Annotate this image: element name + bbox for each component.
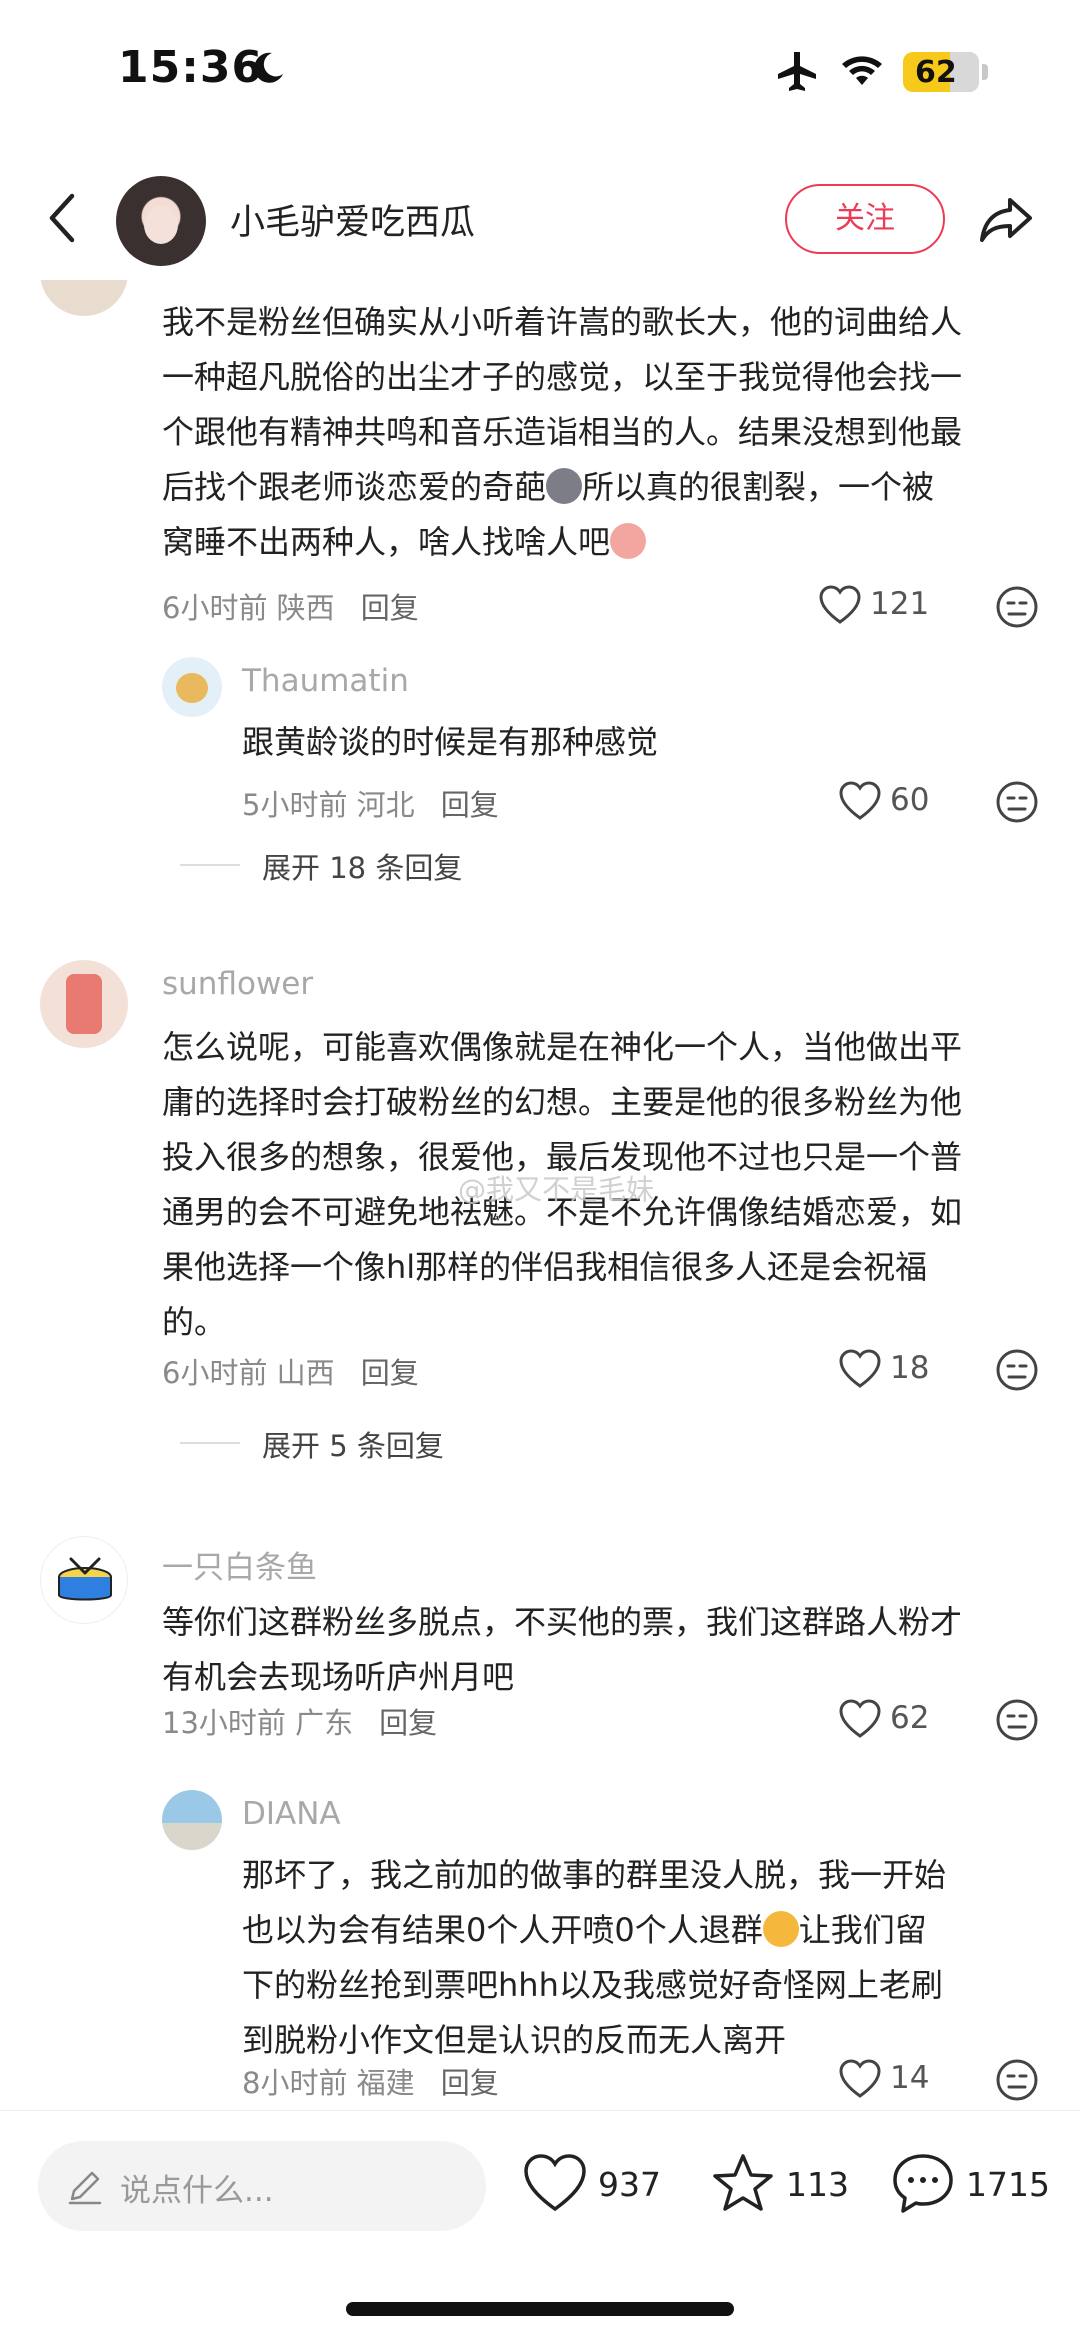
back-icon[interactable] [38, 188, 88, 248]
like-button[interactable]: 18 [838, 1348, 938, 1392]
post-comment-button[interactable]: 1715 [890, 2151, 1060, 2221]
comment-text: 跟黄龄谈的时候是有那种感觉 [242, 723, 659, 761]
battery-level: 62 [915, 55, 957, 90]
like-count: 14 [890, 2060, 930, 2096]
airplane-icon [778, 52, 816, 91]
like-button[interactable]: 121 [818, 584, 938, 628]
reply-button[interactable]: 回复 [441, 788, 499, 822]
like-button[interactable]: 14 [838, 2058, 938, 2102]
comment-meta: 5小时前 河北 回复 [242, 788, 499, 822]
status-time: 15:36 [118, 42, 264, 93]
heart-icon [839, 781, 881, 820]
pen-icon [68, 2171, 102, 2205]
share-icon[interactable] [976, 190, 1036, 250]
comment-meta: 13小时前 广东 回复 [162, 1706, 438, 1740]
heart-icon [839, 1349, 881, 1388]
comment-meta: 6小时前 陕西 回复 [162, 591, 419, 625]
post-comment-count: 1715 [966, 2165, 1050, 2204]
like-count: 121 [870, 586, 930, 622]
cat-emoji-icon [546, 468, 583, 504]
comment-input[interactable]: 说点什么... [38, 2141, 486, 2231]
commenter-avatar[interactable] [40, 1536, 128, 1624]
dislike-icon[interactable] [995, 1348, 1039, 1392]
wifi-icon [842, 56, 882, 85]
author-name[interactable]: 小毛驴爱吃西瓜 [230, 194, 475, 245]
expand-replies-button[interactable]: 展开 5 条回复 [262, 1423, 444, 1465]
expand-replies-button[interactable]: 展开 18 条回复 [262, 845, 462, 887]
dislike-icon[interactable] [995, 585, 1039, 629]
comment-text: 等你们这群粉丝多脱点，不买他的票，我们这群路人粉才 有机会去现场听庐州月吧 [162, 1603, 963, 1696]
comment-list[interactable]: 我不是粉丝但确实从小听着许嵩的歌长大，他的词曲给人 一种超凡脱俗的出尘才子的感觉… [0, 280, 1080, 2110]
like-button[interactable]: 62 [838, 1698, 938, 1742]
comment-bubble-icon [893, 2154, 953, 2213]
commenter-avatar[interactable] [162, 1790, 222, 1850]
watermark: @我又不是毛妹 [458, 1173, 655, 1206]
commenter-avatar[interactable] [40, 280, 128, 316]
post-favorite-button[interactable]: 113 [710, 2151, 860, 2221]
like-count: 18 [890, 1350, 930, 1386]
dislike-icon[interactable] [995, 2058, 1039, 2102]
post-like-count: 937 [598, 2165, 661, 2204]
author-avatar[interactable] [116, 176, 206, 266]
heart-icon [524, 2154, 586, 2212]
heart-icon [839, 1699, 881, 1738]
post-like-button[interactable]: 937 [522, 2151, 672, 2221]
like-count: 60 [890, 782, 930, 818]
heart-icon [819, 585, 861, 624]
heart-icon [839, 2059, 881, 2098]
post-header: 小毛驴爱吃西瓜 关注 [0, 160, 1080, 280]
reply-button[interactable]: 回复 [379, 1706, 437, 1740]
commenter-username[interactable]: 一只白条鱼 [162, 1542, 317, 1587]
comment-text: 那坏了，我之前加的做事的群里没人脱，我一开始 也以为会有结果0个人开喷0个人退群… [242, 1856, 947, 2059]
home-indicator [346, 2302, 734, 2316]
comment-input-placeholder: 说点什么... [120, 2173, 274, 2209]
reply-button[interactable]: 回复 [441, 2066, 499, 2100]
dizzy-face-emoji-icon [762, 1911, 799, 1947]
expand-divider [180, 1442, 240, 1444]
like-count: 62 [890, 1700, 930, 1736]
comment-meta: 6小时前 山西 回复 [162, 1356, 419, 1390]
moon-icon [254, 52, 283, 83]
post-favorite-count: 113 [786, 2165, 849, 2204]
reply-button[interactable]: 回复 [361, 1356, 419, 1390]
commenter-username[interactable]: Thaumatin [242, 663, 409, 699]
expand-divider [180, 864, 240, 866]
crying-emoji-icon [610, 523, 647, 559]
reply-button[interactable]: 回复 [361, 591, 419, 625]
follow-button[interactable]: 关注 [785, 184, 945, 254]
battery-icon: 62 [903, 52, 979, 92]
comment-text: 我不是粉丝但确实从小听着许嵩的歌长大，他的词曲给人 一种超凡脱俗的出尘才子的感觉… [162, 303, 963, 561]
comment-meta: 8小时前 福建 回复 [242, 2066, 499, 2100]
commenter-avatar[interactable] [40, 960, 128, 1048]
commenter-avatar[interactable] [162, 657, 222, 717]
dislike-icon[interactable] [995, 780, 1039, 824]
drum-icon [58, 1557, 112, 1601]
commenter-username[interactable]: sunflower [162, 966, 313, 1002]
commenter-username[interactable]: DIANA [242, 1796, 341, 1832]
status-bar: 15:36 62 [0, 0, 1080, 150]
star-icon [713, 2154, 773, 2211]
dislike-icon[interactable] [995, 1698, 1039, 1742]
like-button[interactable]: 60 [838, 780, 938, 824]
battery-tip [982, 64, 988, 80]
